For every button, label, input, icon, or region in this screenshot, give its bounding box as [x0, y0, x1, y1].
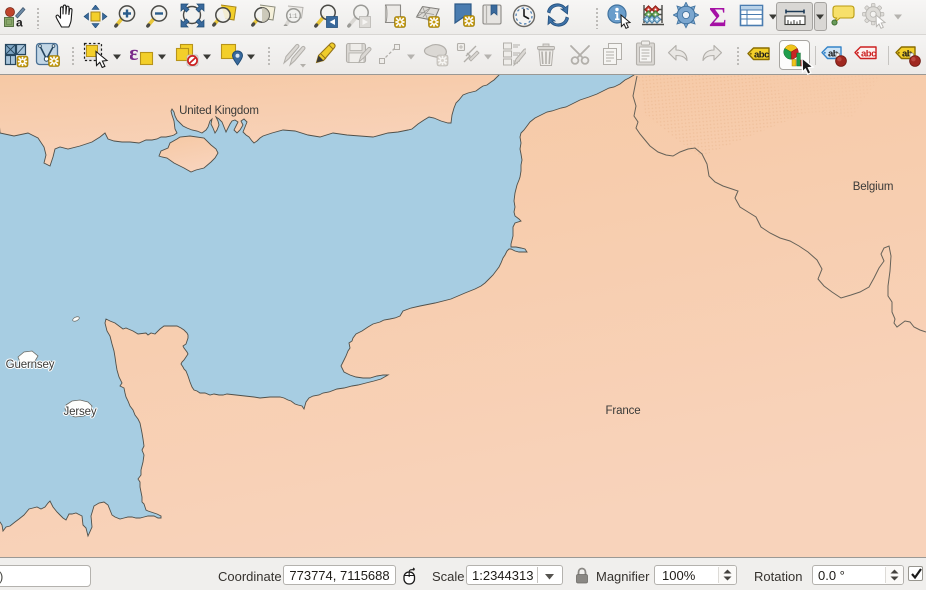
svg-text:abc: abc	[754, 50, 769, 61]
svg-text:Jersey: Jersey	[64, 406, 97, 418]
svg-text:1:1: 1:1	[289, 13, 298, 20]
svg-text:a: a	[16, 16, 23, 28]
svg-text:ε: ε	[130, 43, 138, 65]
svg-text:abc: abc	[861, 49, 876, 60]
svg-text:France: France	[606, 405, 641, 417]
svg-text:Belgium: Belgium	[853, 181, 894, 193]
svg-text:United Kingdom: United Kingdom	[179, 105, 259, 117]
svg-text:Σ: Σ	[709, 2, 727, 30]
svg-text:Guernsey: Guernsey	[6, 359, 55, 371]
